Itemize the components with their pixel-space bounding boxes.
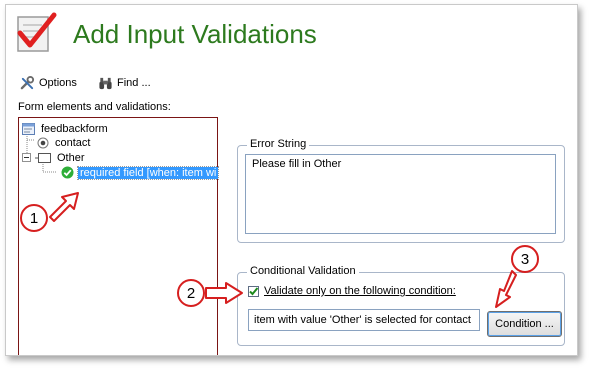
callout-arrows	[49, 192, 517, 308]
callout-arrow-1	[49, 192, 79, 222]
callout-arrow-3	[495, 270, 517, 308]
callout-3: 3	[511, 245, 539, 273]
callout-1: 1	[20, 204, 48, 232]
dialog-window: Add Input Validations Options Find ... F…	[5, 4, 578, 356]
callout-arrow-2	[205, 282, 243, 304]
callout-2: 2	[177, 279, 205, 307]
